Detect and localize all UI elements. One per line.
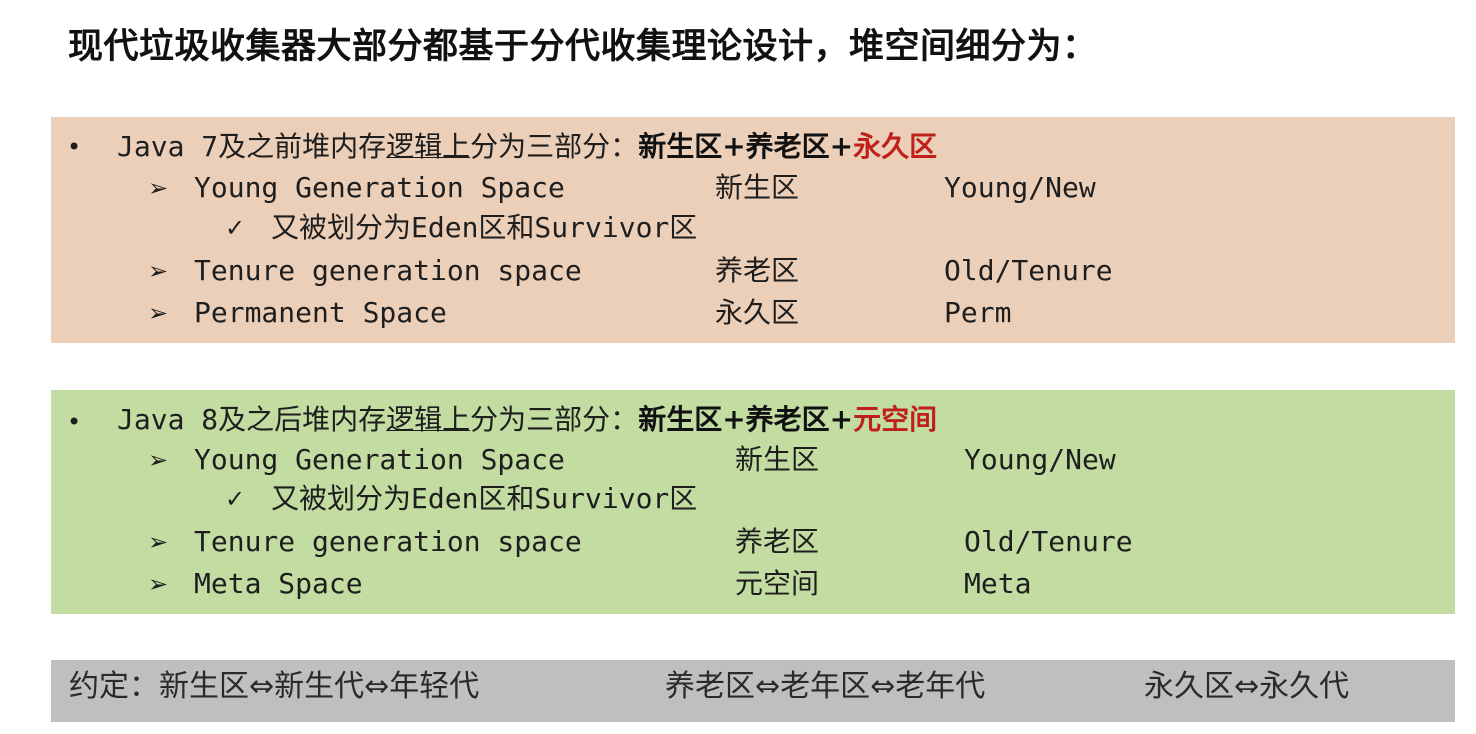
- heading-underline: 逻辑上: [386, 403, 471, 436]
- java8-panel: • Java 8及之后堆内存逻辑上分为三部分：新生区+养老区+元空间 ➢ You…: [51, 390, 1455, 614]
- arrow-bullet-icon: ➢: [148, 446, 169, 474]
- java7-panel: • Java 7及之前堆内存逻辑上分为三部分：新生区+养老区+永久区 ➢ You…: [51, 117, 1455, 343]
- space-alias: Young/New: [944, 171, 1096, 204]
- heading-bold: 新生区+养老区+: [638, 130, 854, 163]
- sub-note: 又被划分为Eden区和Survivor区: [271, 482, 698, 515]
- space-alias: Young/New: [964, 443, 1116, 476]
- space-cn: 新生区: [715, 171, 800, 204]
- space-alias: Meta: [964, 567, 1032, 600]
- space-name: Young Generation Space: [194, 443, 565, 476]
- arrow-bullet-icon: ➢: [148, 570, 169, 598]
- space-alias: Perm: [944, 296, 1012, 329]
- check-icon: ✓: [225, 214, 246, 242]
- heading-middle: 分为三部分：: [470, 403, 639, 436]
- space-cn: 永久区: [715, 296, 800, 329]
- space-cn: 养老区: [715, 254, 800, 287]
- heading-prefix: Java 7及之前堆内存: [117, 130, 387, 163]
- heading-prefix: Java 8及之后堆内存: [117, 403, 387, 436]
- arrow-bullet-icon: ➢: [148, 299, 169, 327]
- arrow-bullet-icon: ➢: [148, 528, 169, 556]
- heading-middle: 分为三部分：: [470, 130, 639, 163]
- space-cn: 养老区: [735, 525, 820, 558]
- space-name: Young Generation Space: [194, 171, 565, 204]
- sub-note: 又被划分为Eden区和Survivor区: [271, 211, 698, 244]
- convention-young: 约定：新生区⇔新生代⇔年轻代: [69, 669, 480, 704]
- convention-bar: 约定：新生区⇔新生代⇔年轻代 养老区⇔老年区⇔老年代 永久区⇔永久代: [51, 660, 1455, 722]
- page-title: 现代垃圾收集器大部分都基于分代收集理论设计，堆空间细分为：: [68, 27, 1098, 67]
- heading-bold: 新生区+养老区+: [638, 403, 854, 436]
- heading-underline: 逻辑上: [386, 130, 471, 163]
- heading-red: 永久区: [853, 130, 938, 163]
- space-alias: Old/Tenure: [964, 525, 1133, 558]
- arrow-bullet-icon: ➢: [148, 174, 169, 202]
- space-name: Tenure generation space: [194, 525, 582, 558]
- space-name: Permanent Space: [194, 296, 447, 329]
- space-cn: 元空间: [735, 567, 820, 600]
- java8-heading: Java 8及之后堆内存逻辑上分为三部分：新生区+养老区+元空间: [117, 406, 937, 434]
- space-alias: Old/Tenure: [944, 254, 1113, 287]
- space-cn: 新生区: [735, 443, 820, 476]
- convention-old: 养老区⇔老年区⇔老年代: [665, 669, 986, 704]
- space-name: Tenure generation space: [194, 254, 582, 287]
- heading-red: 元空间: [853, 403, 938, 436]
- bullet-icon: •: [67, 408, 82, 436]
- space-name: Meta Space: [194, 567, 363, 600]
- convention-perm: 永久区⇔永久代: [1144, 669, 1350, 704]
- bullet-icon: •: [67, 133, 82, 161]
- arrow-bullet-icon: ➢: [148, 257, 169, 285]
- check-icon: ✓: [225, 485, 246, 513]
- java7-heading: Java 7及之前堆内存逻辑上分为三部分：新生区+养老区+永久区: [117, 133, 937, 161]
